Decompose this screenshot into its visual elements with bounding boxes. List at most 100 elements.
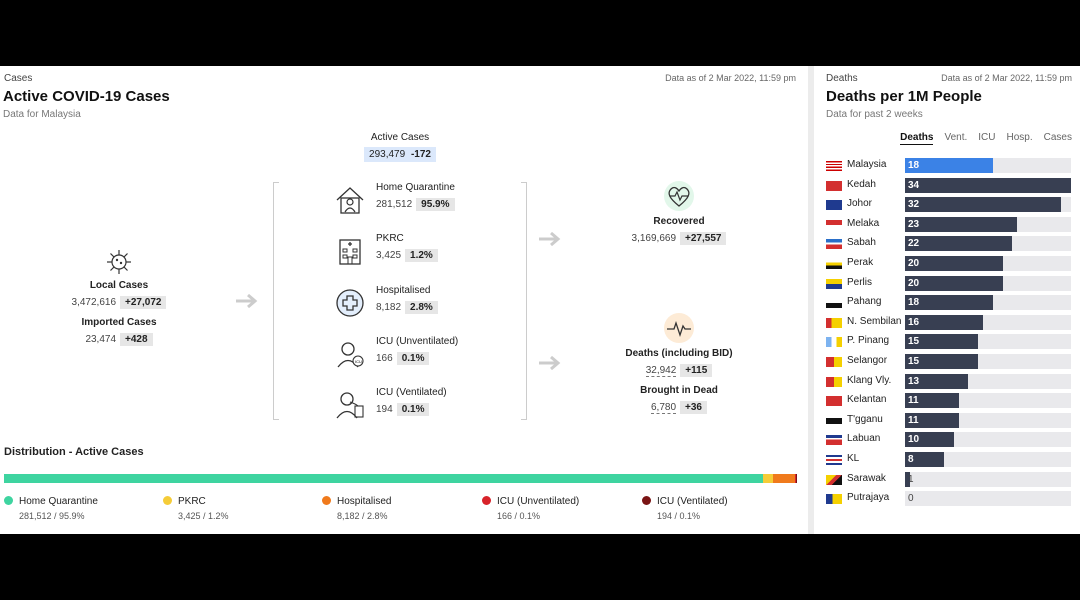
state-row[interactable]: Labuan 10	[826, 432, 1072, 448]
bar-track: 11	[905, 393, 1071, 409]
legend-dot	[4, 496, 13, 505]
home-quarantine-icon	[336, 187, 364, 214]
tab-cases[interactable]: Cases	[1044, 132, 1072, 145]
state-name: Sabah	[847, 237, 876, 249]
distribution-bar	[4, 474, 797, 483]
category-pct: 1.2%	[405, 249, 438, 262]
state-flag-icon	[826, 415, 842, 426]
category-icu-unventilated: ICU ICU (Unventilated) 166 0.1%	[334, 336, 504, 376]
recovered-node: Recovered 3,169,669 +27,557	[612, 180, 746, 245]
recovered-value: 3,169,669	[631, 233, 677, 244]
state-name: Johor	[847, 198, 873, 210]
imported-cases-value: 23,474	[85, 334, 117, 345]
legend-name: ICU (Unventilated)	[497, 496, 580, 507]
state-name: Kelantan	[847, 394, 887, 406]
state-flag-icon	[826, 317, 842, 328]
state-row[interactable]: P. Pinang 15	[826, 334, 1072, 350]
state-row[interactable]: Johor 32	[826, 197, 1072, 213]
tab-icu[interactable]: ICU	[978, 132, 995, 145]
bar-track: 23	[905, 216, 1071, 232]
active-cases-box: 293,479 -172	[364, 147, 436, 162]
bar-value: 1	[908, 473, 914, 485]
local-cases-label: Local Cases	[89, 280, 149, 291]
category-row: 194 0.1%	[376, 403, 430, 416]
state-row[interactable]: Malaysia 18	[826, 158, 1072, 173]
legend-value: 8,182 / 2.8%	[337, 511, 388, 521]
bar-value: 20	[908, 277, 920, 289]
bid-value[interactable]: 6,780	[651, 402, 677, 414]
letterbox-bottom	[0, 534, 1080, 600]
category-row: 3,425 1.2%	[376, 249, 438, 262]
bar-track: 34	[905, 177, 1071, 193]
state-flag-icon	[826, 200, 842, 211]
category-label: Home Quarantine	[376, 182, 455, 193]
tab-hosp[interactable]: Hosp.	[1007, 132, 1033, 145]
tab-vent[interactable]: Vent.	[944, 132, 967, 145]
state-flag-icon	[826, 455, 842, 465]
bar-fill	[905, 256, 1003, 271]
arrow-right-icon	[236, 294, 258, 308]
deaths-node: Deaths (including BID) 32,942 +115 Brough…	[612, 312, 746, 414]
category-home-quarantine: Home Quarantine 281,512 95.9%	[334, 182, 504, 222]
state-row[interactable]: Kedah 34	[826, 177, 1072, 193]
tab-deaths[interactable]: Deaths	[900, 132, 934, 145]
state-row[interactable]: Sarawak 1	[826, 471, 1072, 487]
pkrc-building-icon	[339, 239, 361, 265]
state-name: Klang Vly.	[847, 374, 892, 386]
active-cases-delta: -172	[410, 149, 431, 160]
category-pct: 0.1%	[396, 352, 430, 365]
local-cases-row: 3,472,616 +27,072	[54, 296, 184, 309]
bar-value: 11	[908, 414, 919, 426]
state-row[interactable]: Kelantan 11	[826, 393, 1072, 409]
state-row[interactable]: Melaka 23	[826, 216, 1072, 232]
legend-dot	[642, 496, 651, 505]
legend-value: 194 / 0.1%	[657, 511, 701, 521]
deaths-label: Deaths (including BID)	[625, 348, 733, 359]
state-row[interactable]: T'gganu 11	[826, 412, 1072, 428]
state-name: KL	[847, 453, 860, 464]
state-name: Melaka	[847, 217, 880, 229]
bar-value: 18	[908, 297, 920, 309]
legend-name: ICU (Ventilated)	[657, 496, 728, 507]
category-value: 194	[376, 404, 393, 415]
deaths-value[interactable]: 32,942	[645, 365, 677, 377]
deaths-delta: +115	[680, 364, 713, 377]
bid-delta: +36	[680, 401, 707, 414]
bar-track: 15	[905, 354, 1071, 369]
state-name: Malaysia	[847, 159, 887, 170]
category-value: 3,425	[376, 250, 402, 261]
category-row: 8,182 2.8%	[376, 301, 438, 314]
svg-text:ICU: ICU	[355, 359, 362, 364]
bar-track: 11	[905, 412, 1071, 428]
state-row[interactable]: Pahang 18	[826, 295, 1072, 311]
hospital-cross-icon	[336, 289, 364, 317]
recovered-label: Recovered	[653, 216, 705, 227]
state-flag-icon	[826, 474, 842, 485]
category-pct: 2.8%	[405, 301, 438, 314]
state-row[interactable]: Perlis 20	[826, 275, 1072, 291]
arrow-right-icon	[539, 356, 561, 370]
state-flag-icon	[826, 396, 842, 407]
state-name: Perak	[847, 257, 874, 268]
imported-cases-label: Imported Cases	[81, 317, 157, 328]
recovered-row: 3,169,669 +27,557	[612, 232, 746, 245]
state-row[interactable]: N. Sembilan 16	[826, 314, 1072, 330]
legend-value: 3,425 / 1.2%	[178, 511, 229, 521]
bar-value: 34	[908, 179, 920, 191]
state-row[interactable]: Sabah 22	[826, 236, 1072, 252]
bar-track: 16	[905, 314, 1071, 330]
state-row[interactable]: Putrajaya 0	[826, 491, 1072, 507]
icu-doctor-icon: ICU	[337, 342, 364, 368]
legend-name: Hospitalised	[337, 496, 392, 507]
state-name: Sarawak	[847, 472, 886, 484]
state-row[interactable]: Perak 20	[826, 256, 1072, 271]
legend-home-quarantine: Home Quarantine 281,512 / 95.9%	[4, 496, 98, 521]
imported-cases-row: 23,474 +428	[54, 333, 184, 346]
state-flag-icon	[826, 278, 842, 289]
local-cases-node: Local Cases 3,472,616 +27,072 Imported Ca…	[54, 248, 184, 346]
category-label: ICU (Unventilated)	[376, 336, 459, 347]
state-row[interactable]: Klang Vly. 13	[826, 373, 1072, 389]
state-row[interactable]: KL 8	[826, 452, 1072, 467]
state-row[interactable]: Selangor 15	[826, 354, 1072, 369]
category-row: 166 0.1%	[376, 352, 430, 365]
